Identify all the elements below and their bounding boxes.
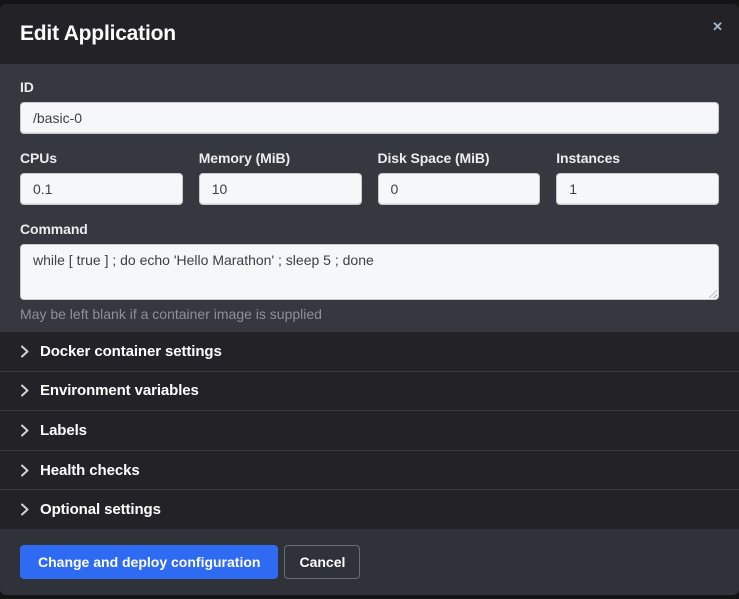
resources-row: CPUs Memory (MiB) Disk Space (MiB) Insta… [20, 150, 719, 205]
section-label: Optional settings [40, 501, 161, 518]
id-label: ID [20, 79, 719, 95]
section-label: Labels [40, 422, 87, 439]
command-label: Command [20, 221, 719, 237]
chevron-right-icon [20, 384, 29, 397]
memory-input[interactable] [199, 173, 362, 205]
chevron-right-icon [20, 503, 29, 516]
page-title: Edit Application [20, 22, 176, 46]
chevron-right-icon [20, 345, 29, 358]
section-toggle-labels[interactable]: Labels [0, 410, 739, 450]
instances-label: Instances [556, 150, 719, 166]
disk-input[interactable] [378, 173, 541, 205]
modal-footer: Change and deploy configuration Cancel [0, 529, 739, 595]
command-textarea[interactable]: while [ true ] ; do echo 'Hello Marathon… [20, 244, 719, 300]
section-toggle-health-checks[interactable]: Health checks [0, 450, 739, 490]
instances-input[interactable] [556, 173, 719, 205]
section-toggle-optional-settings[interactable]: Optional settings [0, 489, 739, 529]
collapsible-sections: Docker container settings Environment va… [0, 332, 739, 529]
memory-label: Memory (MiB) [199, 150, 362, 166]
id-input[interactable] [20, 102, 719, 134]
cpus-label: CPUs [20, 150, 183, 166]
close-icon: ✕ [712, 19, 723, 34]
command-help-text: May be left blank if a container image i… [20, 306, 719, 322]
modal-header: Edit Application ✕ [0, 4, 739, 64]
edit-application-modal: Edit Application ✕ ID CPUs Memory (MiB) … [0, 4, 739, 595]
chevron-right-icon [20, 424, 29, 437]
change-and-deploy-button[interactable]: Change and deploy configuration [20, 545, 278, 579]
instances-field-group: Instances [556, 150, 719, 205]
memory-field-group: Memory (MiB) [199, 150, 362, 205]
cancel-button[interactable]: Cancel [284, 545, 360, 579]
command-field-group: Command while [ true ] ; do echo 'Hello … [20, 221, 719, 322]
disk-field-group: Disk Space (MiB) [378, 150, 541, 205]
section-toggle-environment-variables[interactable]: Environment variables [0, 371, 739, 411]
cpus-input[interactable] [20, 173, 183, 205]
chevron-right-icon [20, 464, 29, 477]
section-label: Environment variables [40, 382, 199, 399]
section-label: Health checks [40, 462, 140, 479]
section-toggle-docker-container-settings[interactable]: Docker container settings [0, 332, 739, 371]
cpus-field-group: CPUs [20, 150, 183, 205]
close-button[interactable]: ✕ [708, 16, 727, 37]
disk-label: Disk Space (MiB) [378, 150, 541, 166]
application-form: ID CPUs Memory (MiB) Disk Space (MiB) In… [0, 64, 739, 332]
id-field-group: ID [20, 79, 719, 134]
section-label: Docker container settings [40, 343, 222, 360]
